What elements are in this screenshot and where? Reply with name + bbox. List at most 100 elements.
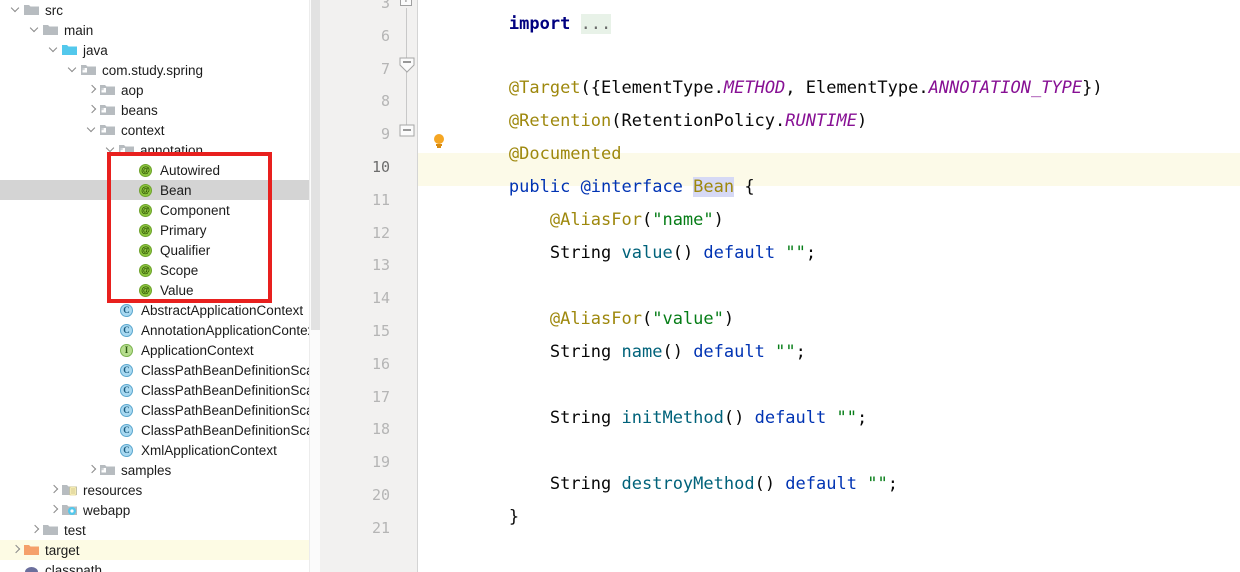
token-string-type-3: String [549, 408, 612, 428]
tree-item-com-study-spring[interactable]: com.study.spring [0, 60, 320, 80]
tree-item-classpathbeandefinitionscanner-2[interactable]: C ClassPathBeanDefinitionScanner_2 [0, 400, 320, 420]
tree-item-label: AbstractApplicationContext [141, 302, 304, 318]
tree-item-qualifier[interactable]: @ Qualifier [0, 240, 320, 260]
intention-bulb-icon[interactable] [433, 133, 447, 149]
tree-item-label: ApplicationContext [141, 342, 254, 358]
chevron-down-icon[interactable] [10, 0, 23, 20]
tree-item-classpath[interactable]: classpath [0, 560, 320, 572]
fold-expand-icon-line3[interactable]: + [400, 0, 412, 6]
tree-item-test[interactable]: test [0, 520, 320, 540]
tree-item-applicationcontext[interactable]: I ApplicationContext [0, 340, 320, 360]
tree-item-label: context [121, 122, 165, 138]
tree-item-label: src [45, 2, 63, 18]
tree-item-classpathbeandefinitionscanner[interactable]: C ClassPathBeanDefinitionScanner [0, 360, 320, 380]
tree-item-classpathbeandefinitionscanner-1[interactable]: C ClassPathBeanDefinitionScanner_1 [0, 380, 320, 400]
chevron-right-icon[interactable] [86, 80, 99, 100]
chevron-down-icon[interactable] [105, 140, 118, 160]
chevron-down-icon[interactable] [29, 20, 42, 40]
tree-item-label: aop [121, 82, 144, 98]
chevron-right-icon[interactable] [48, 500, 61, 520]
folder-web-icon [61, 500, 79, 520]
tree-item-src[interactable]: src [0, 0, 320, 20]
tree-item-samples[interactable]: samples [0, 460, 320, 480]
chevron-right-icon[interactable] [86, 460, 99, 480]
package-icon [99, 100, 117, 120]
annotation-type-icon: @ [137, 220, 155, 240]
tree-item-value[interactable]: @ Value [0, 280, 320, 300]
tree-item-label: Qualifier [160, 242, 211, 258]
tree-item-resources[interactable]: resources [0, 480, 320, 500]
token-import: import [508, 14, 571, 34]
tree-item-label: annotation [140, 142, 204, 158]
tree-item-target[interactable]: target [0, 540, 320, 560]
chevron-right-icon[interactable] [10, 540, 23, 560]
tree-item-webapp[interactable]: webapp [0, 500, 320, 520]
class-icon: C [118, 380, 136, 400]
tree-item-label: AnnotationApplicationContext [141, 322, 319, 338]
tree-item-annotationapplicationcontext[interactable]: C AnnotationApplicationContext [0, 320, 320, 340]
tree-item-xmlapplicationcontext[interactable]: C XmlApplicationContext [0, 440, 320, 460]
token-string-empty-3: "" [836, 408, 857, 428]
tree-item-scope[interactable]: @ Scope [0, 260, 320, 280]
tree-item-abstractapplicationcontext[interactable]: C AbstractApplicationContext [0, 300, 320, 320]
code-line-12[interactable]: String value() default ""; [427, 223, 816, 283]
project-tree[interactable]: src main java com.study.spring aop beans conte… [0, 0, 320, 572]
line-number-17: 17 [371, 387, 390, 406]
tree-item-bean[interactable]: @ Bean [0, 180, 320, 200]
tree-item-primary[interactable]: @ Primary [0, 220, 320, 240]
tree-item-component[interactable]: @ Component [0, 200, 320, 220]
token-default-1: default [703, 243, 776, 263]
tree-item-annotation[interactable]: annotation [0, 140, 320, 160]
fold-collapse-icon-line9[interactable] [399, 124, 417, 138]
code-editor[interactable]: 3 6 7 8 9 10 11 12 13 14 15 16 17 18 19 20 21 + import .… [320, 0, 1240, 572]
tree-item-label: ClassPathBeanDefinitionScanner_1 [141, 382, 320, 398]
tree-item-autowired[interactable]: @ Autowired [0, 160, 320, 180]
tree-item-label: main [64, 22, 94, 38]
token-fold-ellipsis[interactable]: ... [580, 14, 612, 34]
code-line-20[interactable]: } [427, 487, 519, 547]
token-default-2: default [693, 342, 765, 362]
project-tree-panel[interactable]: src main java com.study.spring aop beans conte… [0, 0, 320, 572]
annotation-type-icon: @ [137, 160, 155, 180]
chevron-down-icon[interactable] [67, 60, 80, 80]
folder-orange-icon [23, 540, 41, 560]
chevron-right-icon[interactable] [48, 480, 61, 500]
code-line-3[interactable]: import ... [427, 0, 612, 54]
token-method-name: name [621, 342, 663, 362]
tree-item-classpathbeandefinitionscanner-3[interactable]: C ClassPathBeanDefinitionScanner_3 [0, 420, 320, 440]
scrollbar-thumb[interactable] [311, 0, 320, 330]
chevron-right-icon[interactable] [86, 100, 99, 120]
annotation-type-icon: @ [137, 260, 155, 280]
token-string-empty-1: "" [785, 243, 806, 263]
chevron-down-icon[interactable] [86, 120, 99, 140]
package-icon [99, 460, 117, 480]
code-line-17[interactable]: String initMethod() default ""; [427, 388, 867, 448]
project-tree-scrollbar[interactable] [309, 0, 320, 572]
tree-item-java[interactable]: java [0, 40, 320, 60]
tree-item-aop[interactable]: aop [0, 80, 320, 100]
tree-item-label: Primary [160, 222, 207, 238]
tree-item-label: Scope [160, 262, 199, 278]
tree-item-label: Autowired [160, 162, 221, 178]
fold-collapse-icon-line7[interactable] [399, 57, 417, 75]
code-line-15[interactable]: String name() default ""; [427, 322, 806, 382]
token-runtime-const: RUNTIME [785, 111, 857, 131]
tree-item-label: test [64, 522, 86, 538]
package-icon [99, 120, 117, 140]
tree-item-label: beans [121, 102, 158, 118]
chevron-right-icon[interactable] [29, 520, 42, 540]
code-content[interactable]: import ... @Target({ElementType.METHOD, … [419, 0, 1240, 572]
tree-item-beans[interactable]: beans [0, 100, 320, 120]
folder-cyan-icon [61, 40, 79, 60]
tree-item-context[interactable]: context [0, 120, 320, 140]
tree-item-main[interactable]: main [0, 20, 320, 40]
annotation-type-icon: @ [137, 200, 155, 220]
chevron-down-icon[interactable] [48, 40, 61, 60]
code-folding-gutter[interactable] [398, 0, 418, 572]
